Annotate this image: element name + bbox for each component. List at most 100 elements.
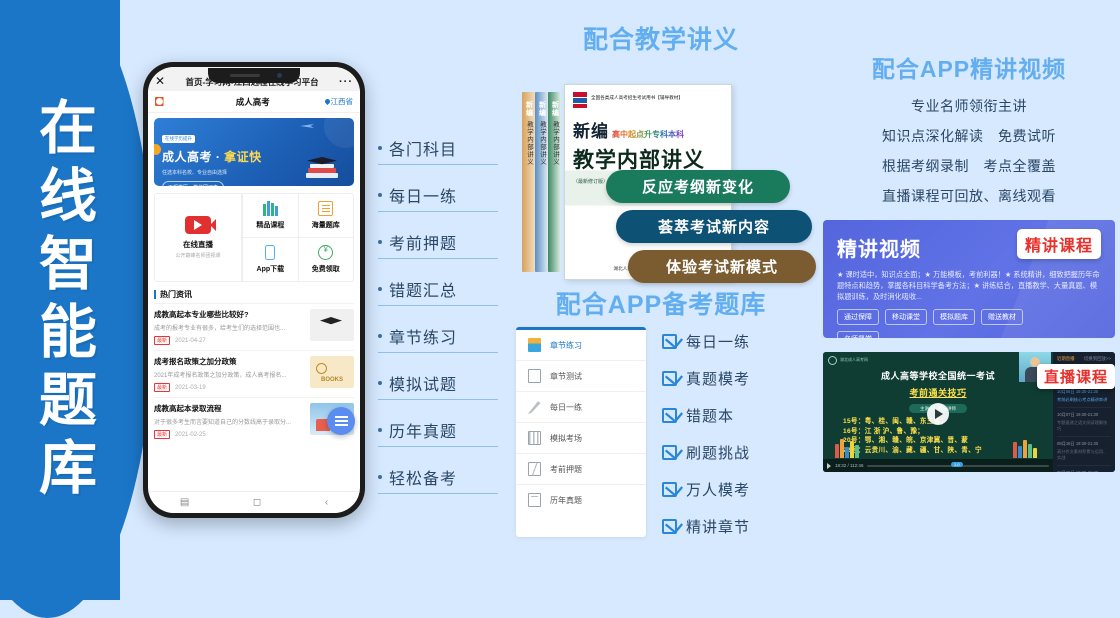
bullet-label: 模拟试题 — [389, 377, 458, 394]
bullet-label: 轻松备考 — [389, 471, 458, 488]
app-header: 成人高考 江西省 — [148, 91, 360, 113]
qbank-menu-item-past-papers[interactable]: 历年真题 — [516, 485, 646, 515]
phone-mockup: ✕ 首页-学习网-江西远程在线学习平台 ··· 成人高考 江西省 在线学历提升 … — [143, 62, 365, 518]
book-title-prefix: 新编 — [573, 122, 609, 141]
grid-right-cells: 精品课程 海量题库 App下载 免费领取 — [242, 194, 353, 281]
lecture-feature-pills: 反应考纲新变化 荟萃考试新内容 体验考试新模式 — [606, 170, 816, 290]
qbank-menu-item-pre-exam[interactable]: 考前押题 — [516, 454, 646, 485]
qbank-check-list: 每日一练 真题模考 错题本 刷题挑战 万人模考 精讲章节 — [662, 327, 750, 537]
player-controls[interactable]: 18:32 / 112:46 1.0 — [823, 459, 1053, 472]
graduation-cap-illustration — [306, 148, 340, 178]
close-icon[interactable]: ✕ — [155, 74, 165, 88]
playlist-item[interactable]: 08月16日 19:30-21:30 高分作文素材积累与运用、实战 — [1057, 437, 1111, 466]
pencil-daily-icon — [528, 401, 541, 414]
grid-label-qbank: 海量题库 — [311, 222, 340, 229]
android-navbar: ▤ ◻ ‹ — [148, 491, 360, 513]
news-item[interactable]: 成考报名政策之加分政策 2021年成考报名政策之加分政策，成人高考报名... 最… — [154, 350, 354, 397]
playlist-item[interactable]: 10月07日 19:30-21:30 专题速递之语文阅读理解技巧 — [1057, 408, 1111, 437]
course-promo-card[interactable]: 精讲视频 精讲课程 ★ 课时适中，知识点全面；★ 万能模板，考前利器！★ 系统精… — [823, 220, 1115, 338]
book-spine: 新编 教学内部讲义 — [548, 92, 561, 272]
qbank-menu-item-daily-practice[interactable]: 每日一练 — [516, 392, 646, 423]
back-button[interactable]: ‹ — [325, 497, 328, 508]
news-tag: 最新 — [154, 383, 171, 392]
bullet-dot-icon — [378, 193, 382, 197]
bullet-label: 每日一练 — [389, 189, 458, 206]
app-title: 成人高考 — [235, 96, 270, 107]
spine-subtitle: 教学内部讲义 — [538, 121, 546, 166]
menu-label: 章节练习 — [550, 340, 582, 350]
promo-banner[interactable]: 在线学历提升 成人高考 · 拿证快 任选本科名校、专业自由选择 正规学历、学信网… — [154, 118, 354, 186]
progress-bar[interactable]: 1.0 — [867, 461, 1049, 467]
news-section-header: 热门资讯 — [154, 289, 354, 300]
location-selector[interactable]: 江西省 — [323, 96, 353, 107]
bullet-dot-icon — [378, 381, 382, 385]
bullet-item: 各门科目 — [378, 136, 498, 165]
banner-decor-dot — [154, 144, 161, 155]
grid-label-courses: 精品课程 — [256, 222, 285, 229]
bullet-item: 历年真题 — [378, 418, 498, 447]
course-tag: 模拟题库 — [933, 309, 975, 326]
check-label: 精讲章节 — [686, 519, 751, 536]
bullet-item: 考前押题 — [378, 230, 498, 259]
qbank-menu-item-mock-exam[interactable]: 模拟考场 — [516, 423, 646, 454]
hero-char-1: 在 — [38, 96, 97, 161]
grid-item-free[interactable]: 免费领取 — [297, 238, 353, 281]
grid-item-app[interactable]: App下载 — [242, 238, 297, 281]
lecture-pill: 体验考试新模式 — [628, 250, 816, 283]
book-spine: 新编 教学内部讲义 — [535, 92, 548, 272]
qbank-menu-item-chapter-test[interactable]: 章节测试 — [516, 361, 646, 392]
brand-logo — [155, 97, 181, 106]
live-title: 在线直播 — [183, 240, 214, 249]
home-button[interactable]: ◻ — [253, 497, 261, 508]
video-feature-line: 知识点深化解读 免费试听 — [882, 128, 1056, 144]
news-section-title: 热门资讯 — [160, 290, 192, 299]
lecture-section-title: 配合教学讲义 — [582, 26, 739, 54]
menu-list-icon — [334, 416, 348, 426]
live-badge: 直播课程 — [1036, 364, 1115, 389]
playlist-item-desc: 专题速递之语文阅读理解技巧 — [1057, 420, 1108, 431]
bullet-label: 章节练习 — [389, 330, 458, 347]
menu-label: 每日一练 — [550, 402, 582, 412]
playlist-item-title: 10月07日 19:30-21:30 — [1057, 412, 1099, 417]
grid-label-app: App下载 — [256, 266, 285, 273]
recents-button[interactable]: ▤ — [180, 497, 189, 508]
textbook-illustration: 新编 教学内部讲义 新编 教学内部讲义 新编 教学内部讲义 全国各类成人高考招生… — [516, 62, 816, 283]
check-item: 真题模考 — [662, 368, 750, 389]
live-logo-text: 湖北成人高考网 — [840, 357, 868, 362]
check-label: 真题模考 — [686, 371, 751, 388]
check-item: 万人模考 — [662, 479, 750, 500]
news-item[interactable]: 成教高起本录取流程 对于很多考生而言要知道自己的分数线高于录取分... 最新 2… — [154, 397, 354, 444]
spine-title: 新编 — [525, 101, 533, 117]
spine-subtitle: 教学内部讲义 — [551, 121, 559, 166]
grid-item-courses[interactable]: 精品课程 — [242, 194, 298, 238]
play-pause-icon[interactable] — [827, 462, 831, 469]
bullet-dot-icon — [378, 475, 382, 479]
playlist-header-right[interactable]: 切换到回放>> — [1084, 356, 1111, 362]
bullet-item: 模拟试题 — [378, 371, 498, 400]
floating-menu-button[interactable] — [327, 407, 355, 435]
video-play-button[interactable] — [927, 403, 949, 426]
video-play-icon — [185, 216, 217, 234]
playlist-item-title: 08月16日 19:30-21:30 — [1057, 441, 1099, 446]
more-dots-icon[interactable]: ··· — [339, 76, 353, 88]
video-feature-line: 专业名师领衔主讲 — [911, 98, 1027, 114]
paper-plane-icon — [300, 124, 314, 128]
hero-char-3: 智 — [38, 232, 97, 297]
news-thumbnail — [310, 356, 354, 388]
grid-item-qbank[interactable]: 海量题库 — [297, 194, 353, 238]
grid-item-live[interactable]: 在线直播 公开巅峰名师团视课 — [155, 194, 243, 281]
check-item: 精讲章节 — [662, 516, 750, 537]
checkmark-icon — [662, 482, 677, 497]
free-gift-icon — [318, 245, 334, 260]
playlist-item[interactable]: 08月29日 19:30-21:30 数学公式速查与应用 — [1057, 466, 1111, 472]
check-item: 每日一练 — [662, 331, 750, 352]
qbank-menu-item-chapter-practice[interactable]: 章节练习 — [516, 330, 646, 361]
playlist-item-title: 08月29日 19:30-21:30 — [1057, 470, 1111, 472]
check-item: 刷题挑战 — [662, 442, 750, 463]
course-tag: 通过保障 — [837, 309, 879, 326]
news-item[interactable]: 成教高起本专业哪些比较好? 成考的报考专业有很多，给考生们的选择范围也... 最… — [154, 303, 354, 350]
banner-cta-button[interactable]: 正规学历、学信网可查 — [162, 181, 225, 186]
check-label: 错题本 — [686, 408, 735, 425]
speed-badge[interactable]: 1.0 — [950, 461, 963, 467]
live-course-card[interactable]: 湖北成人高考网 成人高等学校全国统一考试 考前通关技巧 主讲人：教育讲师 15号… — [823, 352, 1115, 472]
